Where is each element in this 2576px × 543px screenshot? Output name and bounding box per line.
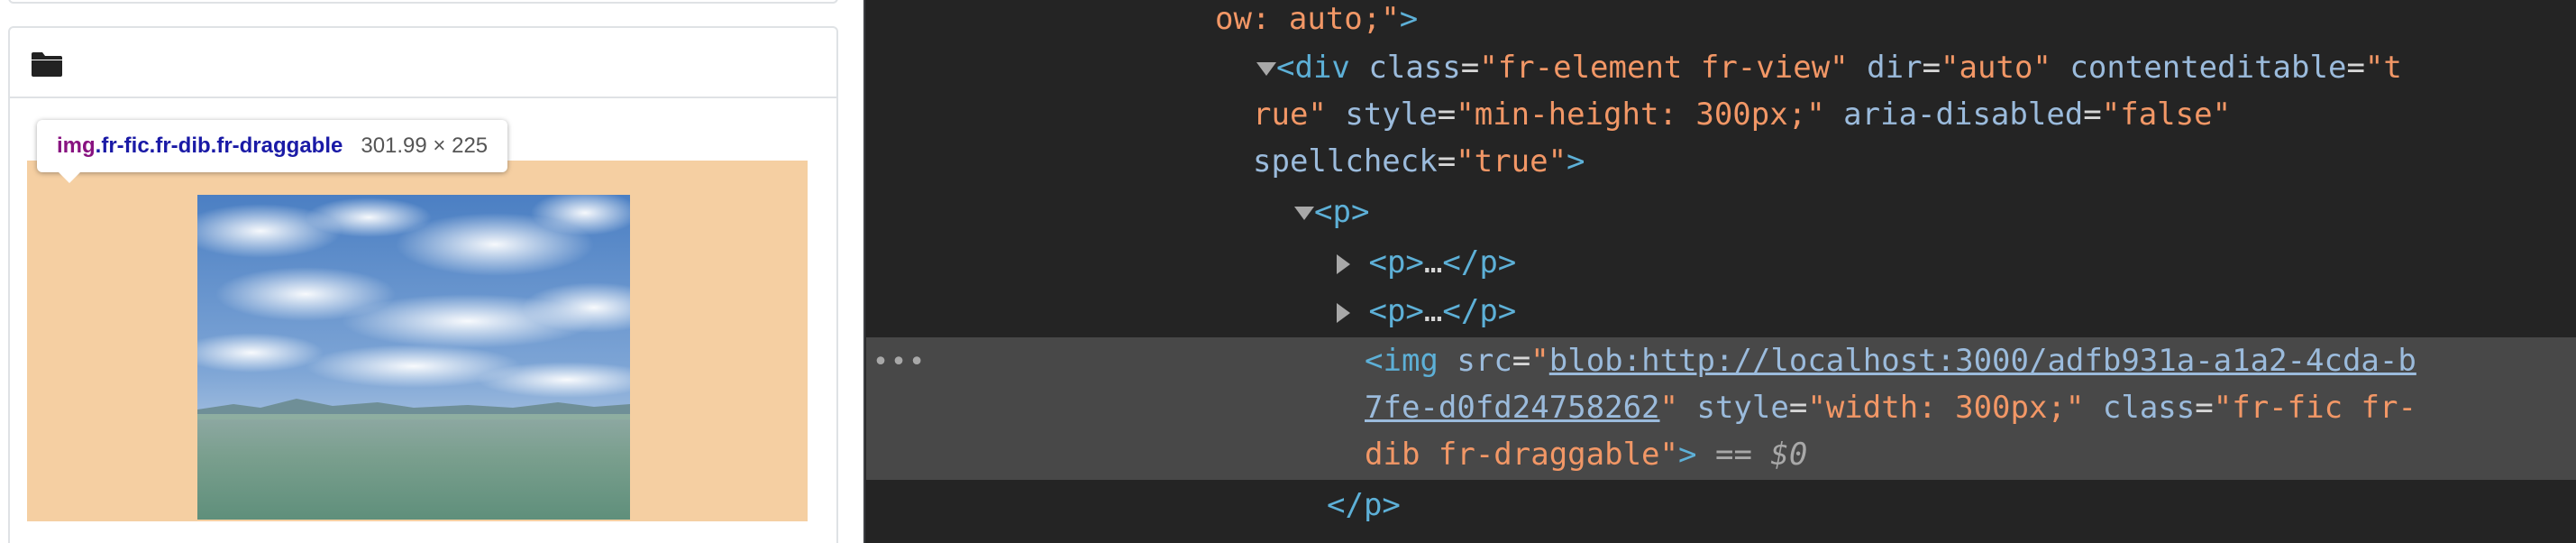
dom-line-wrap[interactable]: rue" style="min-height: 300px;" aria-dis… bbox=[1253, 91, 2231, 138]
inspect-tooltip: img .fr-fic.fr-dib.fr-draggable 301.99 × 2… bbox=[37, 120, 508, 183]
dom-line-p-collapsed[interactable]: <p>…</p> bbox=[1337, 239, 1516, 286]
more-actions-icon[interactable]: ••• bbox=[872, 339, 927, 386]
expand-triangle-icon[interactable] bbox=[1337, 253, 1350, 274]
image-with-padding bbox=[27, 161, 808, 521]
folder-icon[interactable] bbox=[30, 51, 64, 78]
landscape-photo[interactable] bbox=[197, 195, 630, 520]
tooltip-tag: img bbox=[57, 133, 96, 158]
expand-triangle-icon[interactable] bbox=[1337, 302, 1350, 323]
tooltip-dimensions: 301.99 × 225 bbox=[361, 133, 489, 158]
dom-line-p-collapsed[interactable]: <p>…</p> bbox=[1337, 288, 1516, 335]
blob-url-link-cont[interactable]: 7fe-d0fd24758262 bbox=[1365, 390, 1660, 426]
devtools-elements-panel: ••• ow: auto;"> <div class="fr-element f… bbox=[865, 0, 2576, 543]
tooltip-classes: .fr-fic.fr-dib.fr-draggable bbox=[95, 133, 343, 158]
previous-card bbox=[8, 0, 838, 4]
dom-line-img[interactable]: <img src="blob:http://localhost:3000/adf… bbox=[1365, 337, 2416, 384]
dom-line-wrap[interactable]: 7fe-d0fd24758262" style="width: 300px;" … bbox=[1365, 384, 2416, 431]
collapse-triangle-icon[interactable] bbox=[1294, 207, 1314, 220]
editor-toolbar bbox=[10, 28, 836, 98]
page-preview: img .fr-fic.fr-dib.fr-draggable 301.99 × 2… bbox=[0, 0, 863, 543]
dom-line-div[interactable]: <div class="fr-element fr-view" dir="aut… bbox=[1256, 44, 2402, 91]
dom-line-wrap[interactable]: dib fr-draggable"> == $0 bbox=[1365, 431, 1807, 478]
dom-line-p[interactable]: <p> bbox=[1294, 189, 1369, 235]
collapse-triangle-icon[interactable] bbox=[1256, 62, 1276, 76]
dom-line-wrap[interactable]: spellcheck="true"> bbox=[1253, 138, 1585, 185]
blob-url-link[interactable]: blob:http://localhost:3000/adfb931a-a1a2… bbox=[1549, 343, 2416, 379]
dom-line-p-close[interactable]: </p> bbox=[1327, 482, 1401, 529]
dom-line[interactable]: ow: auto;"> bbox=[1215, 0, 1418, 42]
